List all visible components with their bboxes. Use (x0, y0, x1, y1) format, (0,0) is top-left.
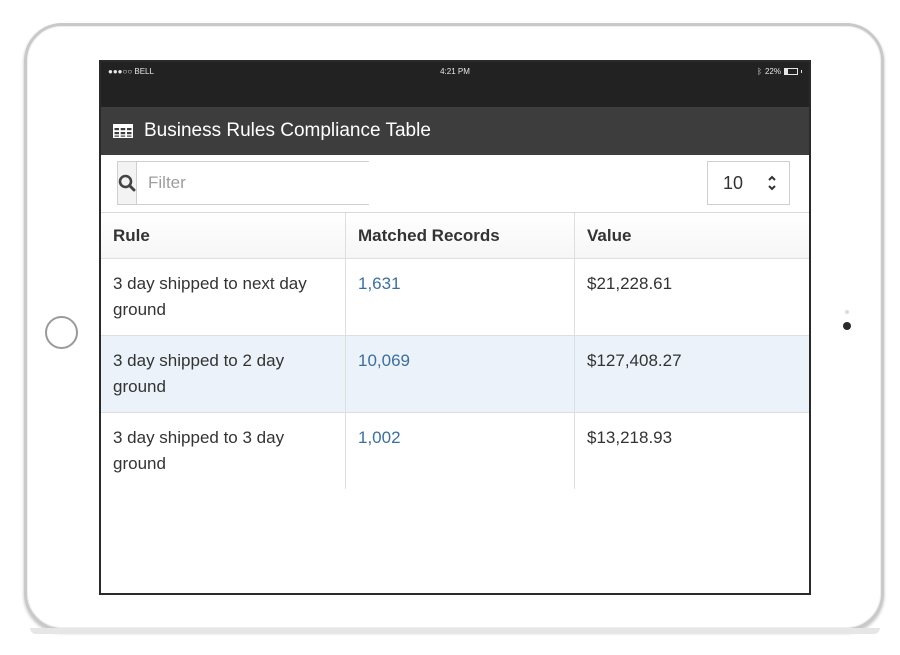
status-time: 4:21 PM (440, 67, 470, 76)
table-row[interactable]: 3 day shipped to next day ground 1,631 $… (101, 258, 809, 336)
rules-table: Rule Matched Records Value 3 day shipped… (101, 213, 809, 489)
value-cell: $21,228.61 (574, 258, 809, 336)
table-grid-icon (113, 124, 133, 138)
matched-records-link[interactable]: 1,002 (345, 412, 575, 489)
rule-cell: 3 day shipped to next day ground (101, 258, 346, 336)
sensor-dot (845, 310, 849, 314)
battery-level (785, 69, 788, 74)
tablet-frame-shadow (30, 628, 880, 634)
status-bar: ●●●○○ BELL 4:21 PM ᛒ 22% (101, 62, 809, 107)
table-toolbar: 10 (101, 155, 809, 213)
column-header-rule[interactable]: Rule (101, 213, 346, 259)
value-cell: $13,218.93 (587, 428, 673, 447)
matched-records-link[interactable]: 10,069 (345, 335, 575, 413)
page-size-select[interactable]: 10 (707, 161, 790, 205)
search-icon (118, 174, 136, 192)
page-title: Business Rules Compliance Table (144, 120, 431, 141)
rule-cell: 3 day shipped to 2 day ground (101, 335, 346, 413)
filter-group (117, 161, 371, 205)
home-button[interactable] (45, 316, 78, 349)
screen: ●●●○○ BELL 4:21 PM ᛒ 22% Business Rules … (99, 60, 811, 595)
matched-records-link[interactable]: 1,631 (345, 258, 575, 336)
camera-dot (843, 322, 851, 330)
filter-input[interactable] (137, 162, 371, 204)
up-down-chevron-icon (768, 175, 776, 191)
bluetooth-icon: ᛒ (757, 67, 762, 76)
search-button[interactable] (118, 162, 137, 204)
page-header: Business Rules Compliance Table (101, 107, 809, 155)
value-cell: $127,408.27 (574, 335, 809, 413)
battery-tip (801, 70, 802, 73)
table-header-row: Rule Matched Records Value (101, 213, 809, 259)
rule-cell: 3 day shipped to 3 day ground (101, 412, 346, 489)
battery-icon (784, 68, 798, 75)
page-size-value: 10 (723, 172, 744, 193)
table-row[interactable]: 3 day shipped to 3 day ground 1,002 $13,… (101, 412, 809, 489)
status-right: ᛒ 22% (757, 67, 802, 76)
battery-percent: 22% (764, 67, 781, 76)
table-row[interactable]: 3 day shipped to 2 day ground 10,069 $12… (101, 335, 809, 413)
column-header-value[interactable]: Value (574, 213, 809, 259)
column-header-matched-records[interactable]: Matched Records (345, 213, 575, 259)
